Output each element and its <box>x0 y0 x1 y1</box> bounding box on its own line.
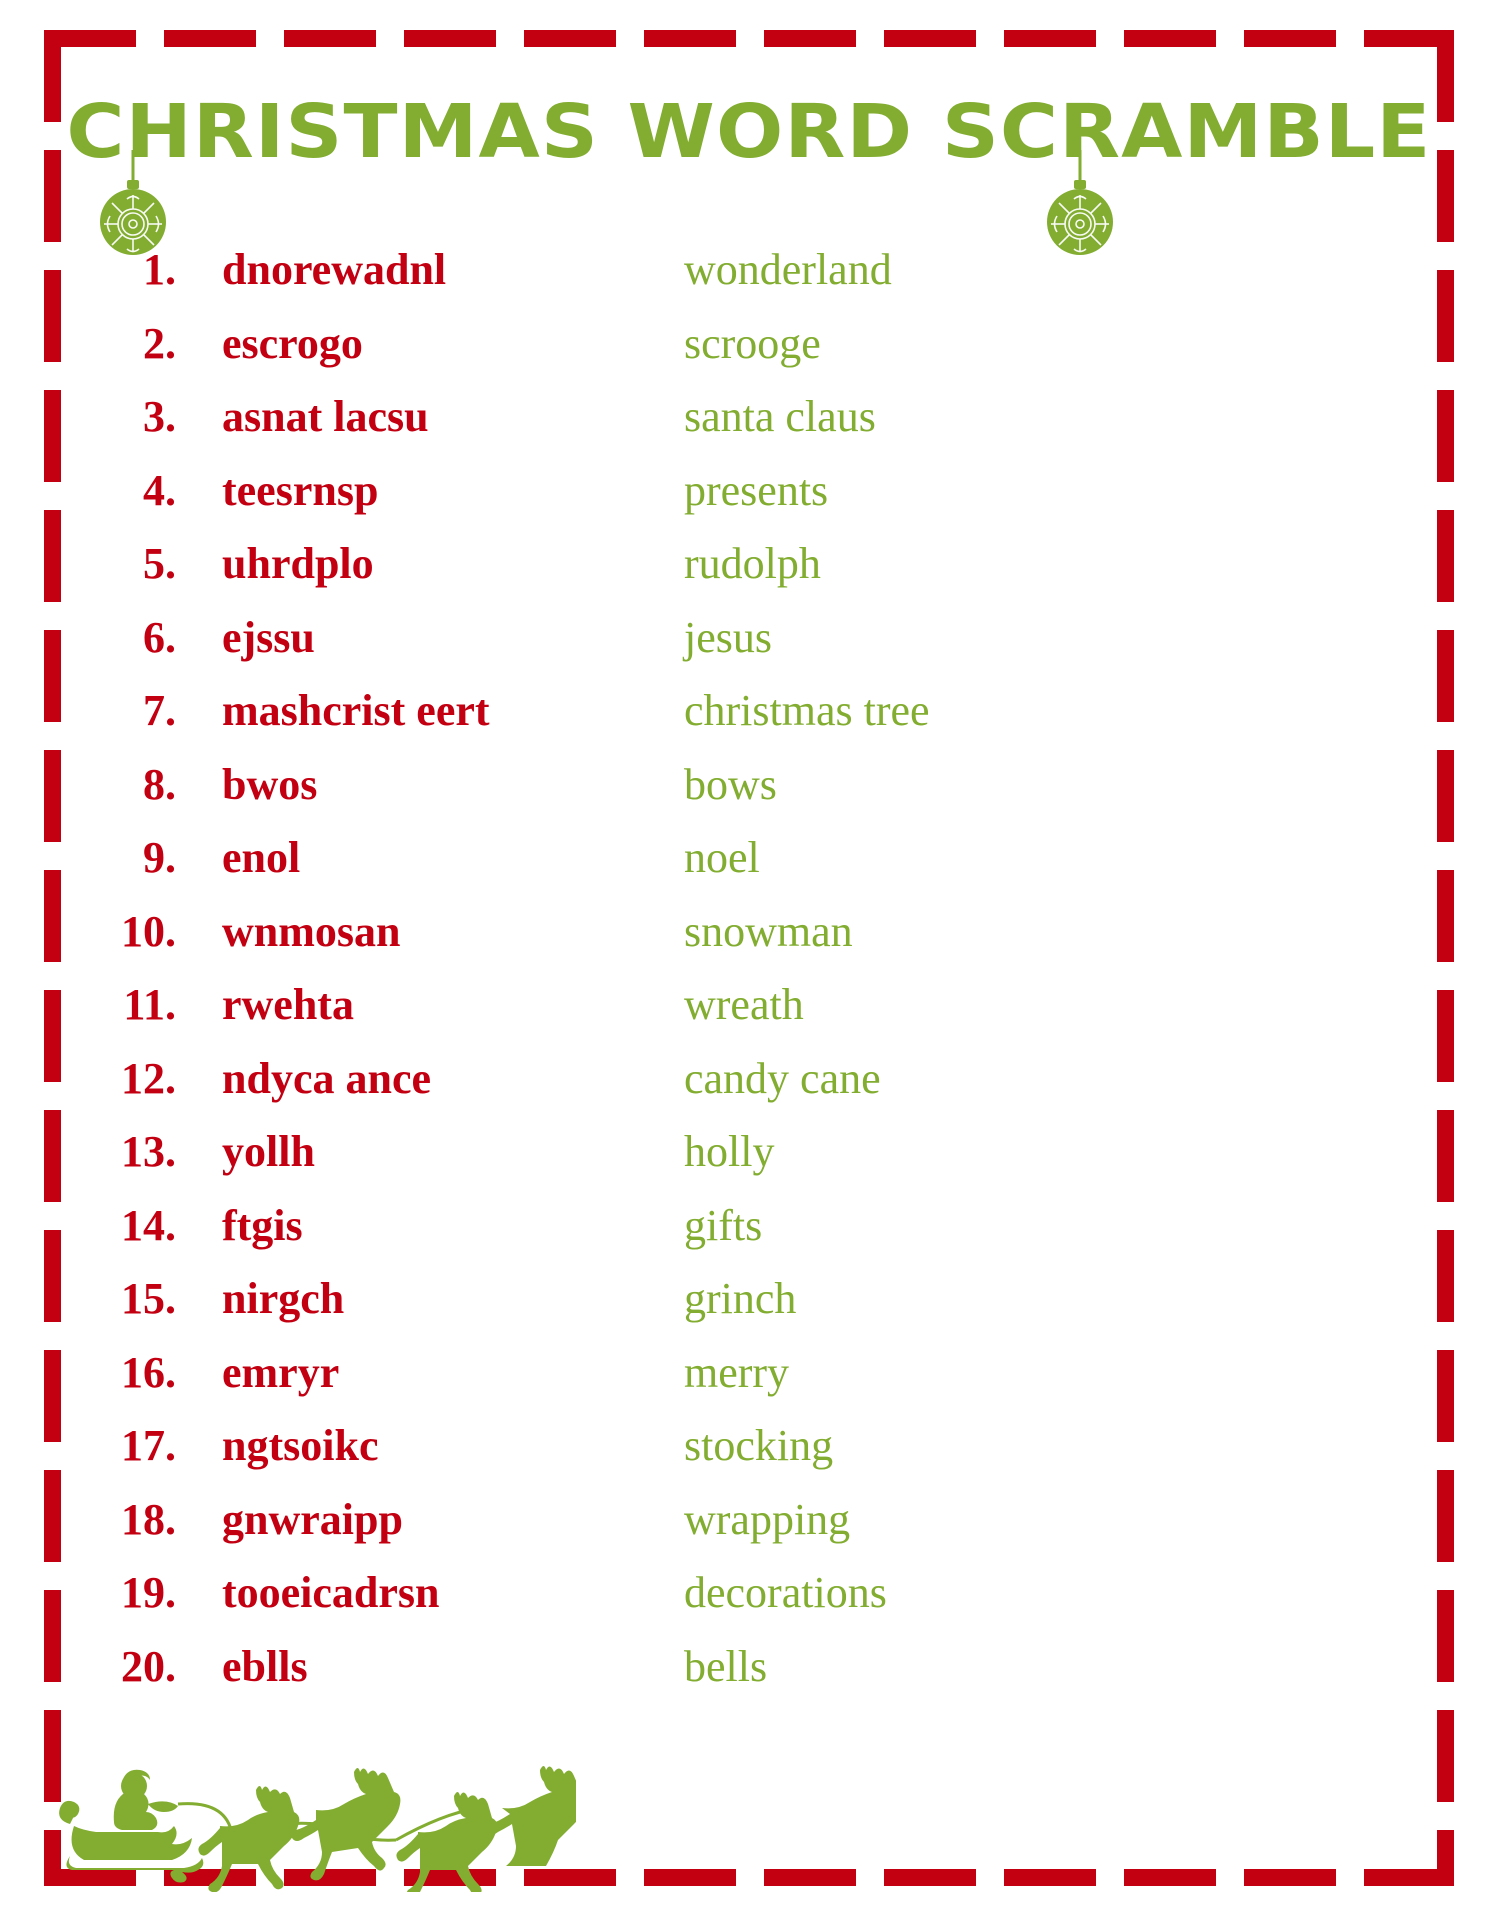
row-number: 17. <box>121 1421 176 1470</box>
scrambled-word: ngtsoikc <box>222 1421 379 1470</box>
scrambled-word: teesrnsp <box>222 465 379 515</box>
scrambled-word: emryr <box>222 1347 340 1397</box>
word-row: 2. escrogo scrooge <box>44 318 1454 392</box>
word-row: 10. wnmosan snowman <box>44 906 1454 980</box>
answer-word: candy cane <box>684 1053 881 1103</box>
word-row: 20. eblls bells <box>44 1641 1454 1715</box>
row-number: 12. <box>121 1053 176 1103</box>
row-number: 14. <box>121 1200 176 1250</box>
border-top-dashes <box>44 30 1454 47</box>
scrambled-word: dnorewadnl <box>222 245 447 294</box>
row-number: 11. <box>123 980 176 1029</box>
row-number: 16. <box>121 1347 176 1397</box>
row-number: 19. <box>121 1568 176 1617</box>
answer-word: rudolph <box>684 539 821 588</box>
word-row: 5. uhrdplo rudolph <box>44 538 1454 612</box>
scrambled-word: gnwraipp <box>222 1494 403 1544</box>
row-number: 5. <box>143 539 176 588</box>
ornament-ball-icon <box>96 150 170 258</box>
answer-word: stocking <box>684 1421 834 1470</box>
row-number: 4. <box>143 465 176 515</box>
word-row: 7. mashcrist eert christmas tree <box>44 685 1454 759</box>
word-row: 1. dnorewadnl wonderland <box>44 244 1454 318</box>
scrambled-word: ftgis <box>222 1200 303 1250</box>
answer-word: bows <box>684 759 777 809</box>
ornament-ball-icon <box>1043 150 1117 258</box>
row-number: 20. <box>121 1641 176 1691</box>
word-row: 9. enol noel <box>44 832 1454 906</box>
worksheet-page: CHRISTMAS WORD SCRAMBLE 1. dnorewadnl wo… <box>0 0 1498 1920</box>
answer-word: holly <box>684 1127 775 1176</box>
word-row: 8. bwos bows <box>44 759 1454 833</box>
scrambled-word: tooeicadrsn <box>222 1568 440 1617</box>
scrambled-word: bwos <box>222 759 318 809</box>
row-number: 18. <box>121 1494 176 1544</box>
row-number: 9. <box>143 833 176 882</box>
page-title: CHRISTMAS WORD SCRAMBLE <box>66 89 1432 175</box>
row-number: 10. <box>121 906 176 956</box>
scrambled-word: escrogo <box>222 318 363 368</box>
row-number: 7. <box>143 686 176 735</box>
answer-word: wreath <box>684 980 804 1029</box>
answer-word: noel <box>684 833 760 882</box>
row-number: 8. <box>143 759 176 809</box>
scrambled-word: mashcrist eert <box>222 686 490 735</box>
word-row: 3. asnat lacsu santa claus <box>44 391 1454 465</box>
word-row: 15. nirgch grinch <box>44 1273 1454 1347</box>
word-row: 13. yollh holly <box>44 1126 1454 1200</box>
scrambled-word: yollh <box>222 1127 315 1176</box>
scrambled-word: asnat lacsu <box>222 392 429 441</box>
title-area: CHRISTMAS WORD SCRAMBLE <box>44 84 1454 194</box>
answer-word: merry <box>684 1347 790 1397</box>
scrambled-word: uhrdplo <box>222 539 374 588</box>
scrambled-word: rwehta <box>222 980 354 1029</box>
word-scramble-list: 1. dnorewadnl wonderland 2. escrogo scrooge 3.… <box>44 244 1454 1714</box>
row-number: 13. <box>121 1127 176 1176</box>
santa-sleigh-reindeer-icon <box>56 1752 587 1899</box>
word-row: 19. tooeicadrsn decorations <box>44 1567 1454 1641</box>
answer-word: grinch <box>684 1274 797 1323</box>
word-row: 17. ngtsoikc stocking <box>44 1420 1454 1494</box>
scrambled-word: wnmosan <box>222 906 401 956</box>
scrambled-word: ejssu <box>222 612 315 662</box>
answer-word: presents <box>684 465 829 515</box>
row-number: 15. <box>121 1274 176 1323</box>
answer-word: wrapping <box>684 1494 851 1544</box>
word-row: 4. teesrnsp presents <box>44 465 1454 539</box>
scrambled-word: eblls <box>222 1641 308 1691</box>
word-row: 11. rwehta wreath <box>44 979 1454 1053</box>
word-row: 6. ejssu jesus <box>44 612 1454 686</box>
word-row: 14. ftgis gifts <box>44 1200 1454 1274</box>
word-row: 12. ndyca ance candy cane <box>44 1053 1454 1127</box>
word-row: 16. emryr merry <box>44 1347 1454 1421</box>
answer-word: jesus <box>684 612 772 662</box>
answer-word: bells <box>684 1641 768 1691</box>
answer-word: snowman <box>684 906 853 956</box>
scrambled-word: enol <box>222 833 301 882</box>
row-number: 6. <box>143 612 176 662</box>
answer-word: wonderland <box>684 245 892 294</box>
answer-word: decorations <box>684 1568 887 1617</box>
row-number: 3. <box>143 392 176 441</box>
row-number: 1. <box>143 245 176 294</box>
word-row: 18. gnwraipp wrapping <box>44 1494 1454 1568</box>
answer-word: gifts <box>684 1200 763 1250</box>
scrambled-word: nirgch <box>222 1274 345 1323</box>
scrambled-word: ndyca ance <box>222 1053 431 1103</box>
answer-word: scrooge <box>684 318 821 368</box>
row-number: 2. <box>143 318 176 368</box>
answer-word: christmas tree <box>684 686 930 735</box>
answer-word: santa claus <box>684 392 876 441</box>
